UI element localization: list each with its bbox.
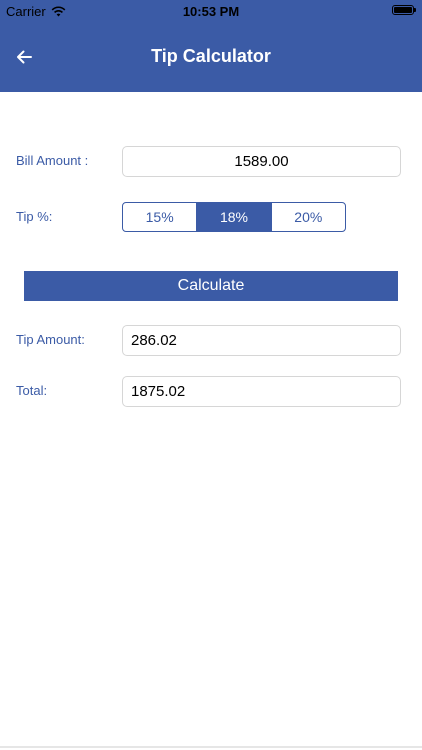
tip-option-20[interactable]: 20% [270, 203, 345, 231]
tip-amount-field[interactable]: 286.02 [122, 325, 401, 356]
tip-percent-label: Tip %: [16, 209, 53, 224]
tip-option-18[interactable]: 18% [196, 203, 271, 231]
calculate-button[interactable]: Calculate [24, 271, 398, 301]
tip-option-15[interactable]: 15% [123, 203, 196, 231]
bill-amount-input[interactable]: 1589.00 [122, 146, 401, 177]
tip-calculator-screen: Carrier 10:53 PM Tip Calculator Bill Amo… [0, 0, 422, 750]
total-label: Total: [16, 383, 48, 398]
status-time: 10:53 PM [182, 4, 240, 19]
battery-icon [392, 5, 416, 15]
bottom-divider [0, 746, 422, 748]
status-bar: Carrier 10:53 PM [0, 0, 422, 22]
tip-amount-label: Tip Amount: [16, 332, 85, 347]
nav-header: Carrier 10:53 PM Tip Calculator [0, 0, 422, 92]
bill-amount-label: Bill Amount : [16, 153, 89, 168]
total-field[interactable]: 1875.02 [122, 376, 401, 407]
page-title: Tip Calculator [151, 46, 271, 66]
tip-percent-selector: 15% 18% 20% [122, 202, 346, 232]
